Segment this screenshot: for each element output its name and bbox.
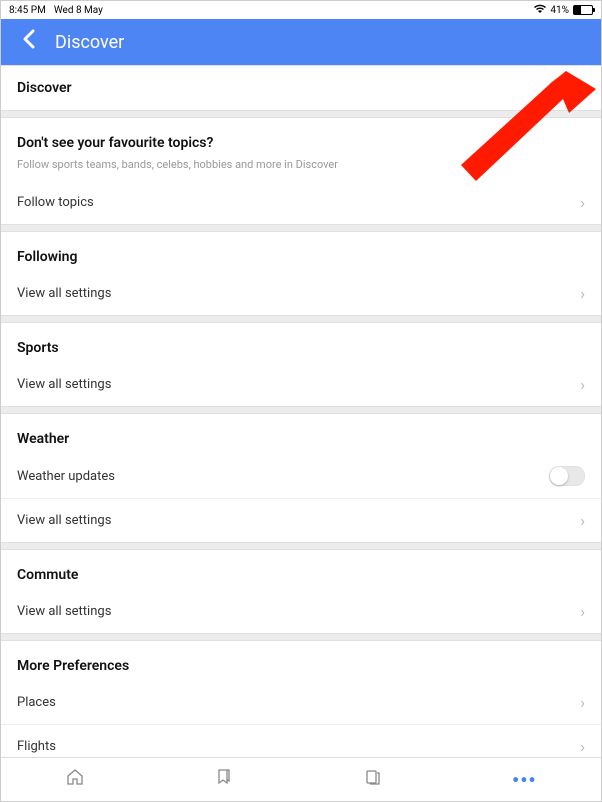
weather-updates-label: Weather updates (17, 469, 115, 484)
sports-header: Sports (1, 323, 601, 363)
status-bar: 8:45 PM Wed 8 May 41% (1, 1, 601, 19)
commute-viewall-row[interactable]: View all settings › (1, 590, 601, 633)
weather-viewall-label: View all settings (17, 513, 111, 528)
battery-percent: 41% (550, 5, 569, 16)
more-prefs-section: More Preferences Places › Flights › Park… (1, 640, 601, 757)
chevron-right-icon: › (580, 193, 585, 212)
favourite-header: Don't see your favourite topics? (1, 118, 601, 158)
follow-topics-row[interactable]: Follow topics › (1, 181, 601, 224)
more-prefs-header: More Preferences (1, 641, 601, 681)
following-viewall-row[interactable]: View all settings › (1, 272, 601, 315)
back-button[interactable] (21, 29, 35, 55)
places-label: Places (17, 695, 56, 710)
flights-label: Flights (17, 739, 56, 754)
tab-bar: ••• (1, 757, 601, 801)
wifi-icon (534, 4, 546, 17)
content-scroll[interactable]: Discover Don't see your favourite topics… (1, 65, 601, 757)
battery-icon (573, 5, 593, 15)
chevron-right-icon: › (580, 602, 585, 621)
status-time: 8:45 PM (9, 5, 46, 16)
weather-section: Weather Weather updates View all setting… (1, 413, 601, 543)
discover-section: Discover (1, 65, 601, 111)
commute-viewall-label: View all settings (17, 604, 111, 619)
follow-topics-label: Follow topics (17, 195, 94, 210)
home-tab-icon[interactable] (65, 767, 85, 792)
flights-row[interactable]: Flights › (1, 725, 601, 757)
discover-toggle[interactable] (549, 78, 585, 98)
favourite-section: Don't see your favourite topics? Follow … (1, 117, 601, 225)
favourite-subtext: Follow sports teams, bands, celebs, hobb… (1, 158, 601, 181)
chevron-right-icon: › (580, 693, 585, 712)
chevron-right-icon: › (580, 737, 585, 756)
weather-header: Weather (1, 414, 601, 454)
more-tab-icon[interactable]: ••• (512, 768, 537, 792)
chevron-right-icon: › (580, 511, 585, 530)
following-header: Following (1, 232, 601, 272)
chevron-right-icon: › (580, 284, 585, 303)
following-section: Following View all settings › (1, 231, 601, 316)
recent-tab-icon[interactable] (363, 767, 383, 792)
discover-label: Discover (17, 80, 72, 96)
discover-toggle-row[interactable]: Discover (1, 66, 601, 110)
status-date: Wed 8 May (54, 5, 103, 16)
weather-updates-row[interactable]: Weather updates (1, 454, 601, 499)
weather-viewall-row[interactable]: View all settings › (1, 499, 601, 542)
following-viewall-label: View all settings (17, 286, 111, 301)
commute-section: Commute View all settings › (1, 549, 601, 634)
weather-updates-toggle[interactable] (549, 466, 585, 486)
bookmark-tab-icon[interactable] (214, 767, 234, 792)
nav-header: Discover (1, 19, 601, 65)
sports-viewall-label: View all settings (17, 377, 111, 392)
chevron-right-icon: › (580, 375, 585, 394)
sports-section: Sports View all settings › (1, 322, 601, 407)
page-title: Discover (55, 32, 124, 53)
places-row[interactable]: Places › (1, 681, 601, 725)
commute-header: Commute (1, 550, 601, 590)
sports-viewall-row[interactable]: View all settings › (1, 363, 601, 406)
